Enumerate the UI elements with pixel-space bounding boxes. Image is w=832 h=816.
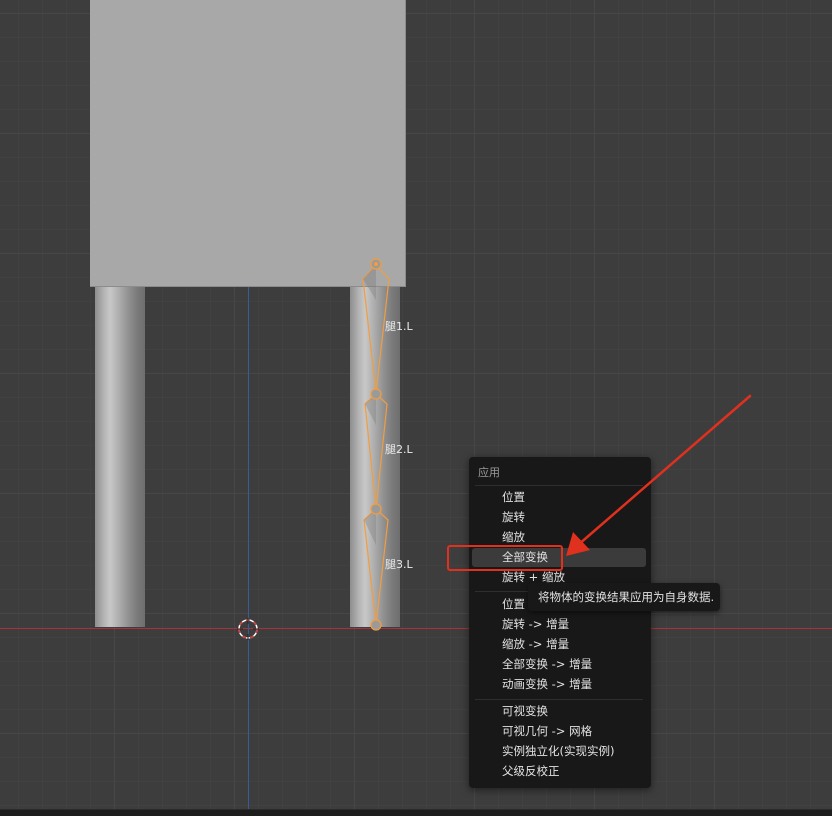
menu-item-animated-transforms-to-deltas[interactable]: 动画变换 -> 增量 [472,675,646,694]
menu-item-parent-inverse[interactable]: 父级反校正 [472,762,646,781]
menu-title: 应用 [478,466,500,479]
y-axis-line [248,287,249,815]
bone-label: 腿2.L [385,443,413,456]
3d-cursor-icon[interactable] [237,618,259,640]
annotation-arrow-icon [566,394,752,556]
menu-item-make-instances-real[interactable]: 实例独立化(实现实例) [472,742,646,761]
menu-item-rotation-to-deltas[interactable]: 旋转 -> 增量 [472,615,646,634]
bone-label: 腿1.L [385,320,413,333]
menu-item-visual-transform[interactable]: 可视变换 [472,702,646,721]
bone-2[interactable] [364,393,388,510]
bone-label: 腿3.L [385,558,413,571]
tooltip: 将物体的变换结果应用为自身数据. [528,583,720,611]
menu-item-all-transforms-to-deltas[interactable]: 全部变换 -> 增量 [472,655,646,674]
table-top-mesh[interactable] [90,0,406,287]
x-axis-line [0,628,832,629]
menu-item-visual-geometry-to-mesh[interactable]: 可视几何 -> 网格 [472,722,646,741]
menu-divider [475,699,643,700]
table-leg-left-mesh[interactable] [95,287,145,627]
menu-item-scale-to-deltas[interactable]: 缩放 -> 增量 [472,635,646,654]
annotation-highlight-box [447,545,563,571]
